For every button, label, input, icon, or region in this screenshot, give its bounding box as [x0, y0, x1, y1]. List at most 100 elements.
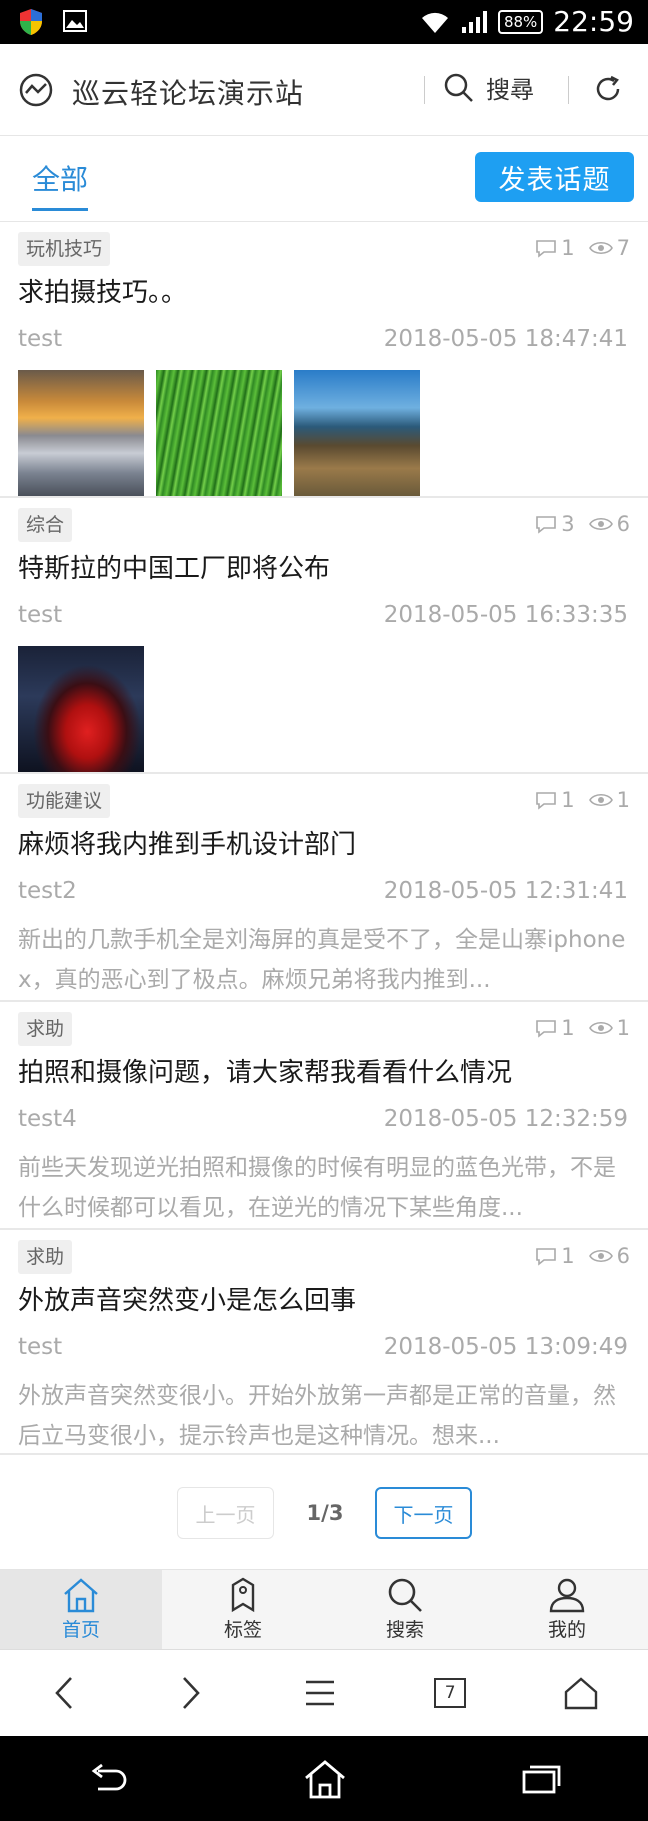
post-date: 2018-05-05 13:09:49 [383, 1334, 628, 1360]
comment-count: 3 [561, 512, 575, 536]
clock: 22:59 [553, 5, 634, 38]
view-count: 6 [616, 1244, 630, 1268]
post-item[interactable]: 玩机技巧 1 7 求拍摄技巧。。 test 2018-05-05 18:47:4… [0, 222, 648, 498]
nav-tags[interactable]: 标签 [162, 1570, 324, 1649]
post-title[interactable]: 麻烦将我内推到手机设计部门 [18, 824, 356, 861]
post-author[interactable]: test [18, 326, 62, 352]
comment-count: 1 [561, 236, 575, 260]
system-nav-bar [0, 1736, 648, 1821]
comment-icon [536, 792, 557, 810]
home-icon[interactable] [302, 1758, 348, 1800]
post-item[interactable]: 功能建议 1 1 麻烦将我内推到手机设计部门 test2 2018-05-05 … [0, 774, 648, 1002]
search-icon [388, 1578, 422, 1612]
back-icon[interactable] [86, 1763, 130, 1795]
post-excerpt: 外放声音突然变很小。开始外放第一声都是正常的音量，然后立马变很小，提示铃声也是这… [18, 1383, 616, 1449]
post-stats: 3 6 [535, 512, 630, 536]
page-indicator: 1/3 [306, 1501, 344, 1525]
signal-icon [461, 10, 487, 33]
divider [424, 76, 425, 104]
site-title: 巡云轻论坛演示站 [72, 77, 305, 110]
home-icon [64, 1578, 98, 1613]
prev-page-button[interactable]: 上一页 [177, 1487, 274, 1539]
tabs-button[interactable]: 7 [434, 1678, 467, 1708]
tab-all[interactable]: 全部 [32, 158, 89, 211]
menu-icon[interactable] [303, 1678, 337, 1708]
nav-home[interactable]: 首页 [0, 1570, 162, 1649]
post-stats: 1 7 [535, 236, 630, 260]
eye-icon [588, 241, 613, 255]
shield-icon [20, 9, 42, 35]
post-excerpt: 新出的几款手机全是刘海屏的真是受不了，全是山寨iphone x，真的恶心到了极点… [18, 927, 626, 993]
post-author[interactable]: test4 [18, 1106, 77, 1132]
recent-apps-icon[interactable] [520, 1762, 562, 1796]
post-title[interactable]: 拍照和摄像问题，请大家帮我看看什么情况 [18, 1052, 512, 1089]
tab-count: 7 [444, 1683, 456, 1703]
thumbnail-grass[interactable] [156, 370, 282, 496]
post-item[interactable]: 求助 1 1 拍照和摄像问题，请大家帮我看看什么情况 test4 2018-05… [0, 1002, 648, 1230]
forward-arrow-icon[interactable] [176, 1675, 206, 1711]
eye-icon [588, 1021, 613, 1035]
post-item[interactable]: 综合 3 6 特斯拉的中国工厂即将公布 test 2018-05-05 16:3… [0, 498, 648, 774]
comment-icon [536, 516, 557, 534]
nav-search[interactable]: 搜索 [324, 1570, 486, 1649]
comment-icon [536, 1020, 557, 1038]
browser-toolbar: 7 [0, 1649, 648, 1736]
thumbnail-sunset-fog[interactable] [18, 370, 144, 496]
view-count: 1 [616, 1016, 630, 1040]
status-bar: 88% 22:59 [0, 0, 648, 44]
nav-tags-label: 标签 [223, 1619, 262, 1641]
post-images [18, 646, 144, 772]
view-count: 6 [616, 512, 630, 536]
post-author[interactable]: test2 [18, 878, 77, 904]
post-images [18, 370, 420, 496]
post-date: 2018-05-05 18:47:41 [383, 326, 628, 352]
post-title[interactable]: 特斯拉的中国工厂即将公布 [18, 548, 330, 585]
post-author[interactable]: test [18, 1334, 62, 1360]
post-stats: 1 1 [535, 788, 630, 812]
post-stats: 1 6 [535, 1244, 630, 1268]
logo-icon [19, 73, 53, 107]
nav-search-label: 搜索 [385, 1619, 424, 1641]
post-item[interactable]: 求助 1 6 外放声音突然变小是怎么回事 test 2018-05-05 13:… [0, 1230, 648, 1455]
thumbnail-rocky-shore[interactable] [294, 370, 420, 496]
post-tag[interactable]: 功能建议 [18, 784, 111, 818]
app-header: 巡云轻论坛演示站 搜尋 [0, 44, 648, 136]
image-icon [63, 10, 87, 32]
comment-count: 1 [561, 1244, 575, 1268]
new-topic-button[interactable]: 发表话题 [475, 152, 634, 202]
post-tag[interactable]: 求助 [18, 1012, 73, 1046]
pagination: 上一页 1/3 下一页 [0, 1455, 648, 1569]
back-arrow-icon[interactable] [49, 1675, 79, 1711]
nav-profile-label: 我的 [547, 1619, 586, 1641]
eye-icon [588, 1249, 613, 1263]
bottom-nav: 首页 标签 搜索 我的 [0, 1569, 648, 1649]
next-page-button[interactable]: 下一页 [375, 1487, 472, 1539]
comment-icon [536, 240, 557, 258]
post-date: 2018-05-05 12:31:41 [383, 878, 628, 904]
post-title[interactable]: 求拍摄技巧。。 [18, 272, 187, 309]
nav-profile[interactable]: 我的 [486, 1570, 648, 1649]
post-stats: 1 1 [535, 1016, 630, 1040]
comment-count: 1 [561, 788, 575, 812]
post-date: 2018-05-05 16:33:35 [383, 602, 628, 628]
view-count: 1 [616, 788, 630, 812]
divider [568, 76, 569, 104]
comment-icon [536, 1248, 557, 1266]
post-author[interactable]: test [18, 602, 62, 628]
thumbnail-red-car[interactable] [18, 646, 144, 772]
post-tag[interactable]: 求助 [18, 1240, 73, 1274]
post-date: 2018-05-05 12:32:59 [383, 1106, 628, 1132]
category-tabs: 全部 发表话题 [0, 136, 648, 222]
eye-icon [588, 517, 613, 531]
search-label: 搜尋 [486, 76, 534, 104]
eye-icon [588, 793, 613, 807]
post-tag[interactable]: 综合 [18, 508, 73, 542]
header-search-button[interactable]: 搜尋 [444, 70, 534, 105]
post-tag[interactable]: 玩机技巧 [18, 232, 111, 266]
home-icon[interactable] [563, 1676, 599, 1710]
post-excerpt: 前些天发现逆光拍照和摄像的时候有明显的蓝色光带，不是什么时候都可以看见，在逆光的… [18, 1155, 616, 1221]
post-title[interactable]: 外放声音突然变小是怎么回事 [18, 1280, 356, 1317]
refresh-icon[interactable] [592, 73, 624, 105]
view-count: 7 [616, 236, 630, 260]
tag-icon [231, 1577, 255, 1613]
